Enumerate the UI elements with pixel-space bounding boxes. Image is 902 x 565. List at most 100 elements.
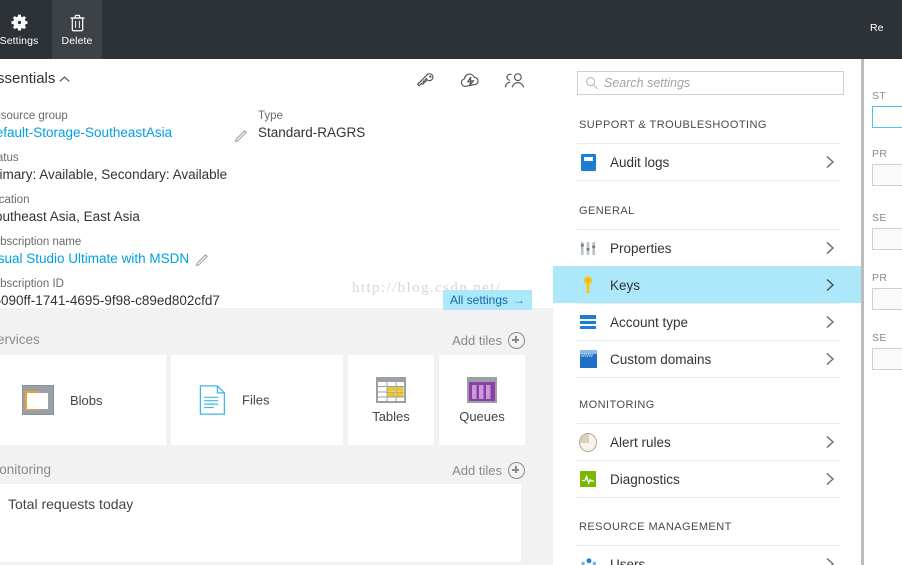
essentials-title: Essentials [0, 70, 56, 87]
delete-button[interactable]: Delete [52, 0, 102, 59]
field-value: 85090ff-1741-4695-9f98-c89ed802cfd7 [0, 293, 220, 308]
monitoring-add-tiles-button[interactable]: Add tiles [452, 462, 525, 479]
keys-field-primary-1: PR [872, 148, 902, 186]
field-input[interactable] [872, 164, 902, 186]
field-subscription-id: Subscription ID 85090ff-1741-4695-9f98-c… [0, 277, 256, 310]
field-label: PR [872, 148, 888, 160]
field-label: Subscription name [0, 236, 82, 248]
users-icon[interactable] [501, 68, 527, 94]
sidebar-item-label: Users [610, 556, 646, 565]
files-icon [199, 385, 226, 416]
tile-total-requests[interactable]: Total requests today [0, 484, 521, 562]
sidebar-item-account-type[interactable]: Account type [577, 303, 840, 340]
keys-field-secondary-1: SE [872, 212, 902, 250]
queues-icon [467, 376, 497, 403]
field-value: Primary: Available, Secondary: Available [0, 167, 228, 182]
settings-blade: Search settings SUPPORT & TROUBLESHOOTIN… [553, 0, 864, 565]
field-label: Type [258, 110, 283, 122]
field-label: SE [872, 212, 887, 224]
sidebar-item-custom-domains[interactable]: www Custom domains [577, 340, 840, 378]
plus-circle-icon [508, 332, 525, 349]
essentials-icon-group [413, 68, 527, 94]
settings-button[interactable]: Settings [0, 0, 52, 59]
essentials-header: Essentials [0, 59, 553, 104]
settings-blade-toolbar [553, 0, 864, 59]
pencil-icon[interactable] [234, 128, 249, 143]
regenerate-button-label[interactable]: Re [870, 22, 883, 34]
sidebar-item-alert-rules[interactable]: Alert rules [577, 423, 840, 460]
field-input[interactable] [872, 106, 902, 128]
sidebar-item-label: Properties [610, 240, 672, 256]
field-input[interactable] [872, 288, 902, 310]
keys-field-secondary-2: SE [872, 332, 902, 370]
field-value: Standard-RAGRS [258, 125, 366, 140]
delete-button-label: Delete [61, 34, 93, 47]
chevron-right-icon [824, 433, 836, 451]
custom-domains-icon: www [579, 350, 597, 368]
field-value-link[interactable]: Visual Studio Ultimate with MSDN [0, 250, 189, 268]
field-status: Status Primary: Available, Secondary: Av… [0, 151, 256, 184]
all-settings-button[interactable]: All settings → [443, 290, 533, 310]
services-section-header: Services Add tiles [0, 325, 553, 359]
chevron-right-icon [824, 276, 836, 294]
field-label: Location [0, 194, 30, 206]
azure-portal-screen: Settings Delete Essentials [0, 0, 902, 565]
field-resource-group: Resource group Default-Storage-Southeast… [0, 109, 256, 142]
sidebar-item-label: Account type [610, 314, 689, 330]
field-label: SE [872, 332, 887, 344]
group-header-monitoring: MONITORING [579, 399, 655, 411]
key-icon[interactable] [413, 68, 439, 94]
group-header-resource-management: RESOURCE MANAGEMENT [579, 521, 732, 533]
gear-icon [10, 13, 29, 32]
sidebar-item-audit-logs[interactable]: Audit logs [577, 143, 840, 181]
storage-account-blade: Settings Delete Essentials [0, 0, 553, 565]
essentials-body: Resource group Default-Storage-Southeast… [0, 103, 553, 308]
tile-tables[interactable]: Tables [348, 355, 434, 445]
pencil-icon[interactable] [195, 252, 210, 267]
chevron-right-icon [824, 555, 836, 565]
chevron-up-icon[interactable] [58, 73, 71, 86]
sidebar-item-label: Alert rules [610, 434, 671, 450]
field-location: Location Southeast Asia, East Asia [0, 193, 256, 226]
sidebar-item-diagnostics[interactable]: Diagnostics [577, 460, 840, 498]
users-icon [579, 555, 597, 565]
field-type: Type Standard-RAGRS [234, 109, 538, 143]
group-header-support: SUPPORT & TROUBLESHOOTING [579, 119, 767, 131]
tile-label: Tables [372, 408, 410, 424]
chevron-right-icon [824, 313, 836, 331]
chevron-right-icon [824, 153, 836, 171]
sidebar-item-keys[interactable]: Keys [553, 266, 864, 303]
sidebar-item-users[interactable]: Users [577, 545, 840, 565]
command-toolbar: Settings Delete [0, 0, 553, 59]
add-tiles-label: Add tiles [452, 463, 502, 478]
sidebar-item-label: Audit logs [610, 154, 670, 170]
sidebar-item-label: Keys [610, 277, 641, 293]
search-icon [585, 76, 599, 90]
add-tiles-label: Add tiles [452, 333, 502, 348]
keys-field-storage-account-name: ST [872, 90, 902, 128]
tile-files[interactable]: Files [171, 355, 343, 445]
cloud-lightning-icon[interactable] [457, 68, 483, 94]
alert-rules-icon [579, 432, 597, 452]
settings-button-label: Settings [0, 34, 39, 47]
sidebar-item-properties[interactable]: Properties [577, 229, 840, 266]
properties-icon [579, 239, 597, 257]
arrow-right-icon: → [513, 293, 526, 307]
monitoring-header-label: Monitoring [0, 462, 52, 477]
essentials-column-left: Resource group Default-Storage-Southeast… [0, 109, 256, 319]
chevron-right-icon [824, 470, 836, 488]
tile-queues[interactable]: Queues [439, 355, 525, 445]
plus-circle-icon [508, 462, 525, 479]
field-label: ST [872, 90, 887, 102]
search-settings-input[interactable]: Search settings [577, 71, 844, 95]
sidebar-item-label: Diagnostics [610, 471, 680, 487]
account-type-icon [579, 313, 597, 331]
field-label: PR [872, 272, 888, 284]
field-value-link[interactable]: Default-Storage-SoutheastAsia [0, 124, 256, 142]
tile-blobs[interactable]: Blobs [0, 355, 166, 445]
sidebar-item-label: Custom domains [610, 351, 712, 367]
field-subscription-name: Subscription name Visual Studio Ultimate… [0, 235, 256, 268]
field-input[interactable] [872, 348, 902, 370]
services-add-tiles-button[interactable]: Add tiles [452, 332, 525, 349]
field-input[interactable] [872, 228, 902, 250]
